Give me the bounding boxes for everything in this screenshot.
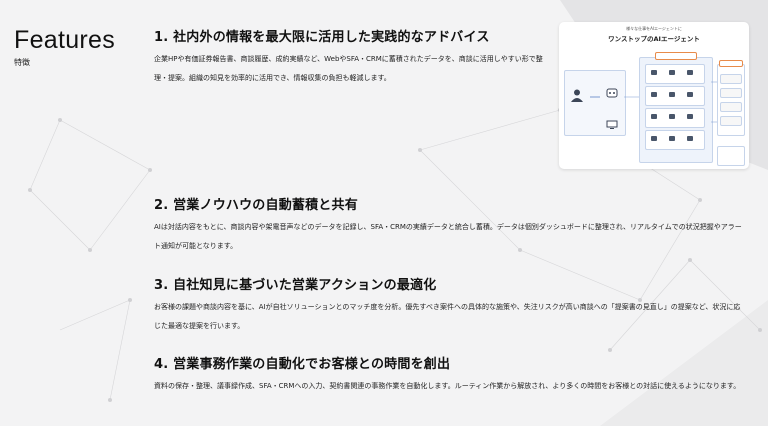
diagram-connectors [624,81,717,123]
feature-3-title: 3. 自社知見に基づいた営業アクションの最適化 [154,278,437,293]
feature-2-title: 2. 営業ノウハウの自動蓄積と共有 [154,198,358,213]
feature-3-text: お客様の課題や商談内容を基に、AIが自社ソリューションとのマッチ度を分析。優先す… [154,303,741,330]
section-header: Features 特徴 [14,26,115,68]
ai-agent-diagram: 様々な仕事をAIエージェントに ワンストップのAIエージェント [559,22,749,169]
feature-3: 3. 自社知見に基づいた営業アクションの最適化 お客様の課題や商談内容を基に、A… [154,274,744,336]
feature-1: 1. 社内外の情報を最大限に活用した実践的なアドバイス 企業HPや有価証券報告書… [154,26,604,88]
feature-2-text: AIは対話内容をもとに、商談内容や架電音声などのデータを記録し、SFA・CRMの… [154,223,742,250]
feature-1-title: 1. 社内外の情報を最大限に活用した実践的なアドバイス [154,30,490,45]
feature-4: 4. 営業事務作業の自動化でお客様との時間を創出 資料の保存・整理、議事録作成、… [154,353,744,396]
feature-4-title: 4. 営業事務作業の自動化でお客様との時間を創出 [154,357,451,372]
feature-1-text: 企業HPや有価証券報告書、商談履歴、成約実績など、WebやSFA・CRMに蓄積さ… [154,55,543,82]
section-title: Features [14,26,116,54]
feature-4-text: 資料の保存・整理、議事録作成、SFA・CRMへの入力、契約書関連の事務作業を自動… [154,382,741,390]
section-subtitle: 特徴 [14,58,30,67]
feature-2: 2. 営業ノウハウの自動蓄積と共有 AIは対話内容をもとに、商談内容や架電音声な… [154,194,744,256]
